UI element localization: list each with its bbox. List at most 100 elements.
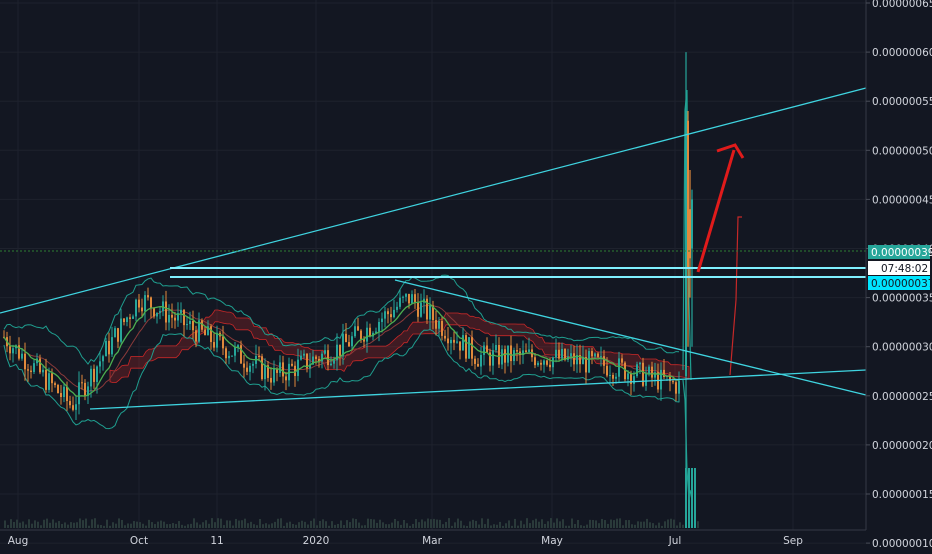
volume-bar	[214, 522, 216, 528]
volume-bar	[646, 518, 648, 528]
volume-bar	[397, 521, 399, 528]
volume-bar	[61, 523, 63, 528]
candle-body	[138, 299, 140, 308]
price-tick-label: 0.00000015	[872, 489, 932, 501]
candle-body	[33, 363, 35, 372]
candle-body	[156, 312, 158, 317]
candle-body	[285, 376, 287, 381]
volume-bar	[391, 522, 393, 528]
chart-canvas[interactable]: 0.00000065 0.00000060 0.00000055 0.00000050…	[0, 0, 932, 550]
candle-body	[534, 357, 536, 366]
candle-body	[357, 326, 359, 331]
volume-bar	[385, 524, 387, 528]
volume-bar	[658, 522, 660, 528]
candle-body	[672, 381, 674, 383]
volume-bar	[181, 524, 183, 528]
volume-bar	[49, 522, 51, 528]
candle-body	[513, 350, 515, 362]
volume-bar	[103, 525, 105, 528]
candle-body	[291, 363, 293, 366]
volume-bar	[247, 523, 249, 528]
volume-bar	[85, 518, 87, 528]
volume-bar	[565, 525, 567, 528]
volume-bar	[463, 525, 465, 528]
candle-body	[411, 294, 413, 304]
candle-body	[501, 349, 503, 365]
volume-bar	[202, 522, 204, 528]
volume-bar	[448, 518, 450, 528]
candle-body	[636, 364, 638, 377]
candle-body	[618, 358, 620, 377]
volume-bar	[109, 525, 111, 528]
candle-body	[183, 309, 185, 326]
candle-body	[264, 365, 266, 380]
candle-body	[441, 321, 443, 336]
volume-bar	[352, 518, 354, 528]
candle-body	[486, 345, 488, 353]
candle-body	[555, 349, 557, 358]
volume-bar	[151, 522, 153, 528]
time-tick-label: 2020	[303, 535, 330, 547]
volume-bar	[283, 525, 285, 528]
candle-body	[678, 380, 680, 394]
candle-body	[261, 356, 263, 380]
volume-bar	[31, 523, 33, 528]
candle-body	[369, 327, 371, 337]
volume-bar	[586, 524, 588, 528]
volume-bar	[265, 523, 267, 528]
candle-body	[135, 299, 137, 317]
volume-bar	[253, 524, 255, 528]
volume-bar	[40, 525, 42, 528]
volume-bar	[271, 523, 273, 528]
volume-bar	[439, 519, 441, 528]
volume-bar	[649, 522, 651, 528]
volume-bar	[637, 521, 639, 528]
candle-body	[675, 382, 677, 394]
volume-bar	[421, 519, 423, 528]
price-chart[interactable]: 0.00000065 0.00000060 0.00000055 0.00000050…	[0, 0, 932, 550]
candle-body	[459, 341, 461, 351]
volume-bar	[121, 519, 123, 528]
candle-body	[114, 328, 116, 338]
volume-bar	[226, 520, 228, 528]
volume-bar	[163, 521, 165, 528]
volume-bar	[7, 524, 9, 528]
volume-bar	[409, 525, 411, 528]
volume-bar	[136, 521, 138, 528]
volume-bar	[553, 522, 555, 528]
time-tick-label: Sep	[783, 535, 803, 547]
candle-body	[588, 351, 590, 373]
candle-body	[54, 383, 56, 385]
countdown-text: 07:48:02	[881, 263, 928, 275]
candle-body	[438, 321, 440, 329]
time-tick-label: May	[541, 535, 563, 547]
candle-body	[165, 301, 167, 323]
volume-bar	[538, 521, 540, 528]
volume-bar	[478, 524, 480, 528]
candle-body	[498, 345, 500, 365]
candle-body	[612, 374, 614, 379]
candle-body	[96, 366, 98, 382]
candle-body	[645, 374, 647, 386]
volume-bar	[403, 519, 405, 528]
candle-body	[429, 305, 431, 320]
volume-bar	[349, 522, 351, 528]
candle-body	[93, 368, 95, 382]
candle-body	[102, 356, 104, 362]
volume-bar	[517, 525, 519, 528]
volume-bar	[304, 521, 306, 528]
volume-bar	[58, 521, 60, 528]
volume-bar	[16, 519, 18, 528]
candle-body	[39, 358, 41, 373]
volume-bar	[211, 518, 213, 528]
candle-body	[141, 307, 143, 312]
candle-body	[108, 340, 110, 355]
candle-body	[435, 320, 437, 329]
volume-bar	[220, 518, 222, 528]
volume-bar	[295, 524, 297, 528]
candle-body	[651, 366, 653, 378]
volume-bar	[490, 525, 492, 528]
volume-bar	[520, 520, 522, 528]
volume-bar	[262, 524, 264, 528]
candle-body	[591, 351, 593, 357]
